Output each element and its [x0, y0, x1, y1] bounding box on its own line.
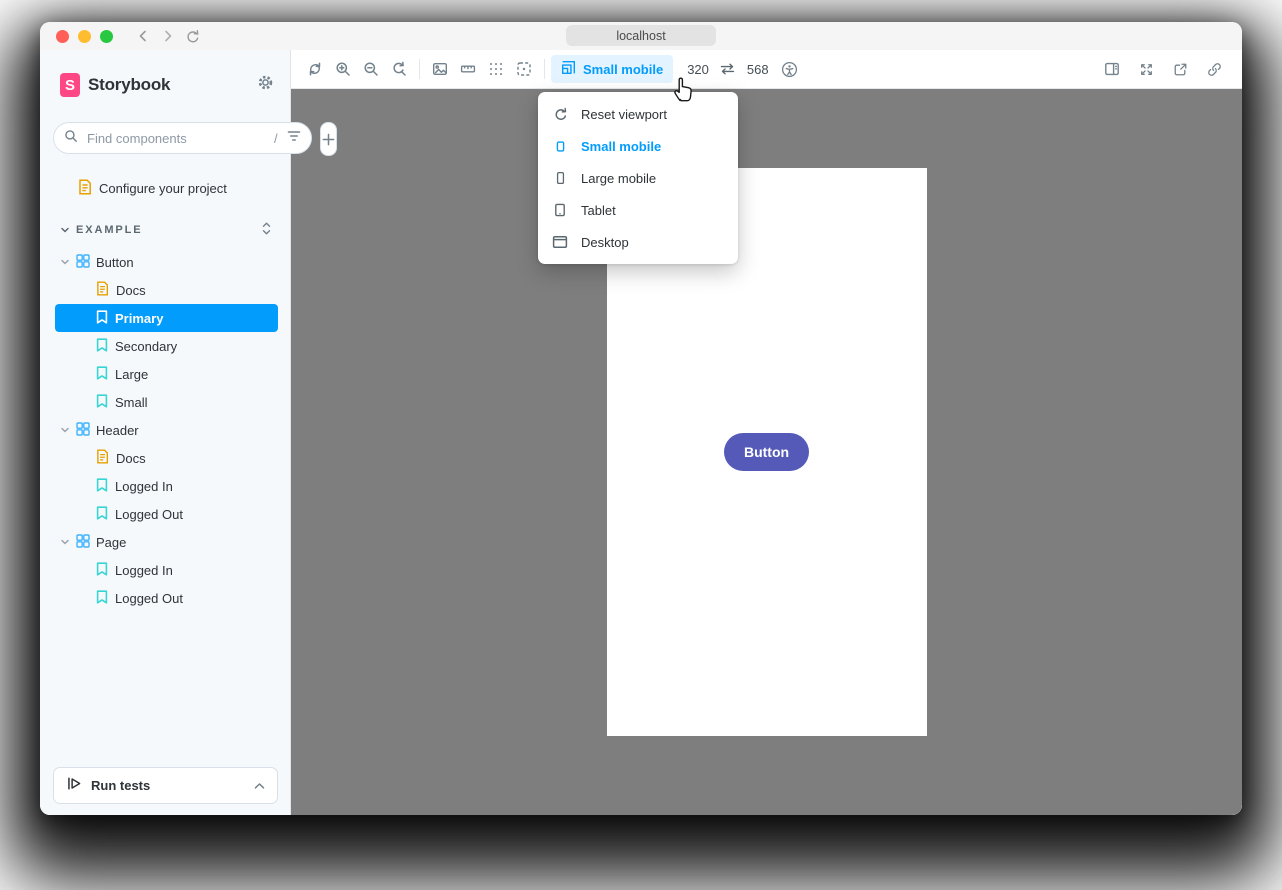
document-icon: [96, 281, 109, 299]
bookmark-icon: [96, 478, 108, 495]
zoom-out-icon[interactable]: [357, 55, 385, 83]
viewport-width-value[interactable]: 320: [687, 62, 709, 77]
sidebar-item-header-loggedout[interactable]: Logged Out: [40, 500, 290, 528]
grid-icon[interactable]: [482, 55, 510, 83]
canvas-toolbar: Small mobile 320 568: [291, 50, 1242, 89]
link-icon[interactable]: [1200, 55, 1228, 83]
bookmark-icon: [96, 562, 108, 579]
document-icon: [96, 449, 109, 467]
tablet-icon: [552, 202, 568, 218]
chevron-down-icon[interactable]: [60, 535, 70, 550]
bookmark-icon: [96, 590, 108, 607]
document-icon: [78, 179, 92, 198]
close-button[interactable]: [56, 30, 69, 43]
panel-toggle-icon[interactable]: [1098, 55, 1126, 83]
remount-icon[interactable]: [301, 55, 329, 83]
gear-icon[interactable]: [257, 74, 274, 96]
sidebar-item-button-large[interactable]: Large: [40, 360, 290, 388]
sidebar-item-button-small[interactable]: Small: [40, 388, 290, 416]
browser-window: localhost S Storybook /: [40, 22, 1242, 815]
zoom-reset-icon[interactable]: [385, 55, 413, 83]
sidebar: S Storybook /: [40, 50, 291, 815]
sidebar-item-page-loggedin[interactable]: Logged In: [40, 556, 290, 584]
sidebar-item-button-secondary[interactable]: Secondary: [40, 332, 290, 360]
story-button[interactable]: Button: [724, 433, 809, 471]
address-bar[interactable]: localhost: [566, 25, 716, 46]
search-shortcut: /: [272, 131, 280, 146]
measure-icon[interactable]: [454, 55, 482, 83]
search-input[interactable]: [85, 130, 265, 147]
chevron-down-icon: [60, 223, 70, 238]
sidebar-item-button-primary[interactable]: Primary: [55, 304, 278, 332]
desktop-stage: localhost S Storybook /: [0, 0, 1282, 890]
back-icon[interactable]: [135, 28, 151, 44]
phone-large-icon: [552, 170, 568, 186]
search-field[interactable]: /: [53, 122, 312, 154]
sidebar-item-header-docs[interactable]: Docs: [40, 444, 290, 472]
create-story-button[interactable]: [320, 122, 337, 156]
search-icon: [64, 129, 78, 148]
play-all-icon: [66, 776, 82, 796]
sidebar-item-button-docs[interactable]: Docs: [40, 276, 290, 304]
sidebar-item-header[interactable]: Header: [40, 416, 290, 444]
sidebar-explorer: Configure your project EXAMPLE Button: [40, 157, 290, 755]
accessibility-icon[interactable]: [776, 55, 804, 83]
bookmark-icon: [96, 366, 108, 383]
viewport-menu: Reset viewport Small mobile Large mobile…: [538, 92, 738, 264]
run-tests-button[interactable]: Run tests: [53, 767, 278, 804]
refresh-icon[interactable]: [185, 29, 200, 44]
zoom-in-icon[interactable]: [329, 55, 357, 83]
bookmark-icon: [96, 506, 108, 523]
fullscreen-icon[interactable]: [1132, 55, 1160, 83]
forward-icon[interactable]: [160, 28, 176, 44]
outline-icon[interactable]: [510, 55, 538, 83]
sidebar-item-page-loggedout[interactable]: Logged Out: [40, 584, 290, 612]
sidebar-item-header-loggedin[interactable]: Logged In: [40, 472, 290, 500]
viewport-label: Small mobile: [583, 62, 663, 77]
section-label: EXAMPLE: [76, 224, 261, 236]
component-icon: [76, 254, 90, 271]
minimize-button[interactable]: [78, 30, 91, 43]
chevron-down-icon[interactable]: [60, 255, 70, 270]
menu-item-desktop[interactable]: Desktop: [538, 226, 738, 258]
bookmark-icon: [96, 310, 108, 327]
viewport-selector-button[interactable]: Small mobile: [551, 55, 673, 83]
component-icon: [76, 534, 90, 551]
titlebar: localhost: [40, 22, 1242, 51]
preview-pane: Small mobile 320 568 Button: [291, 50, 1242, 815]
swap-dimensions-icon[interactable]: [716, 63, 740, 75]
desktop-icon: [552, 235, 568, 249]
chevron-down-icon[interactable]: [60, 423, 70, 438]
filter-icon[interactable]: [287, 129, 301, 147]
menu-item-small-mobile[interactable]: Small mobile: [538, 130, 738, 162]
menu-item-reset-viewport[interactable]: Reset viewport: [538, 98, 738, 130]
phone-small-icon: [552, 139, 568, 154]
chevron-up-icon[interactable]: [254, 777, 265, 795]
sidebar-item-button[interactable]: Button: [40, 248, 290, 276]
storybook-logo[interactable]: S Storybook: [60, 73, 257, 97]
zoom-button[interactable]: [100, 30, 113, 43]
sidebar-section-example[interactable]: EXAMPLE: [40, 216, 290, 244]
menu-item-large-mobile[interactable]: Large mobile: [538, 162, 738, 194]
open-new-tab-icon[interactable]: [1166, 55, 1194, 83]
sidebar-item-page[interactable]: Page: [40, 528, 290, 556]
bookmark-icon: [96, 394, 108, 411]
menu-item-tablet[interactable]: Tablet: [538, 194, 738, 226]
brand-title: Storybook: [88, 75, 170, 95]
background-icon[interactable]: [426, 55, 454, 83]
sidebar-item-configure[interactable]: Configure your project: [40, 174, 290, 202]
storybook-logo-icon: S: [60, 73, 80, 97]
preview-canvas: Button: [291, 89, 1242, 815]
component-icon: [76, 422, 90, 439]
collapse-expand-icon[interactable]: [261, 221, 272, 239]
reset-viewport-icon: [552, 107, 568, 122]
bookmark-icon: [96, 338, 108, 355]
traffic-lights: [56, 30, 113, 43]
viewport-icon: [561, 60, 576, 78]
viewport-height-value[interactable]: 568: [747, 62, 769, 77]
